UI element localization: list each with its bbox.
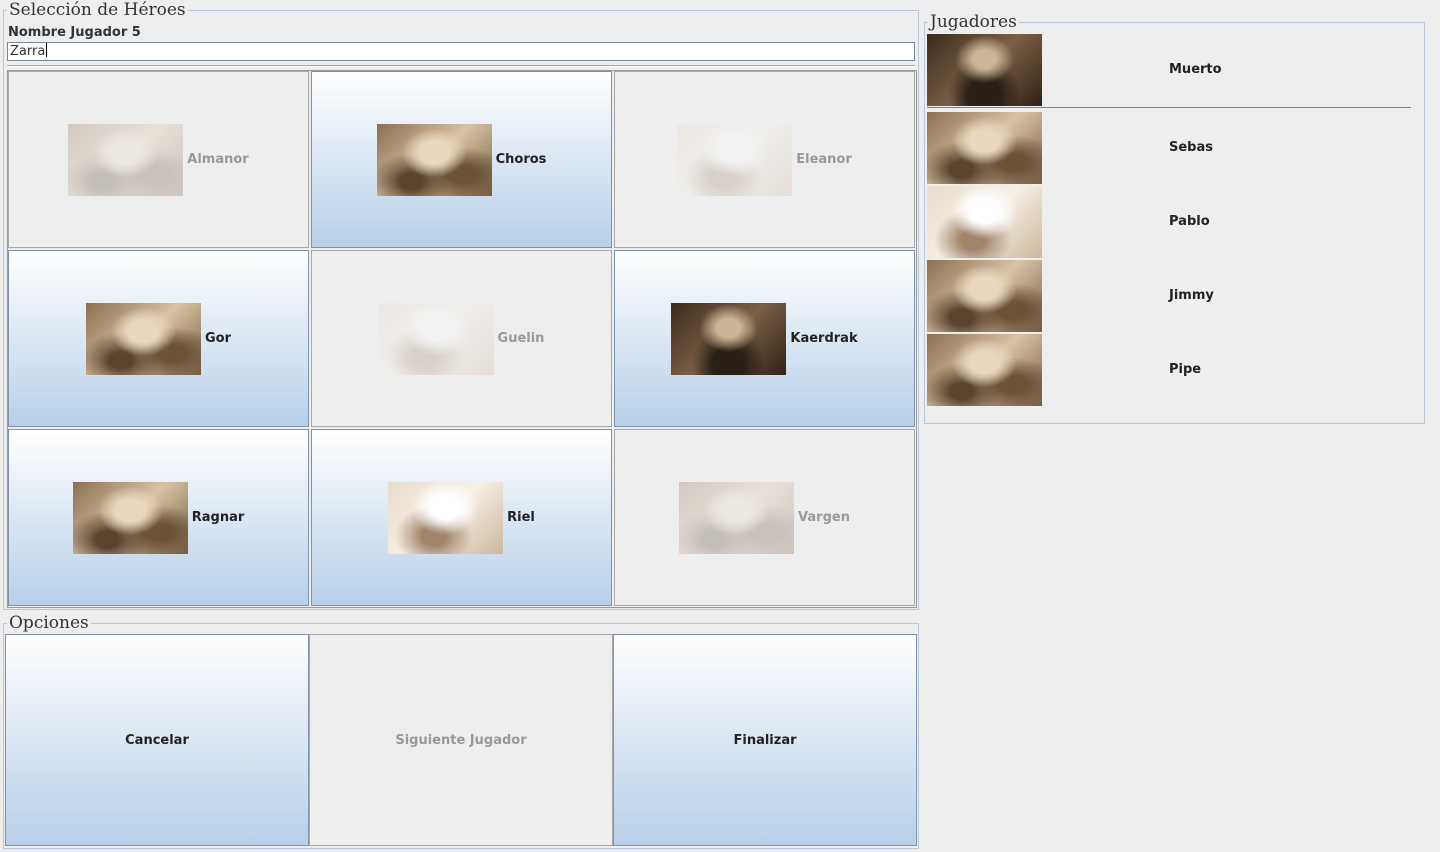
player-row-sebas[interactable]: Sebas — [927, 112, 1411, 184]
player-name: Pipe — [1169, 362, 1202, 377]
hero-selection-title: Selección de Héroes — [7, 0, 188, 20]
hero-button-gor[interactable]: Gor — [8, 250, 309, 427]
players-panel: Jugadores Muerto Sebas Pablo Jimmy Pipe — [924, 12, 1425, 424]
ragnar-portrait-icon — [72, 481, 188, 554]
player-portrait-icon — [927, 34, 1042, 106]
player-row-pipe[interactable]: Pipe — [927, 334, 1411, 406]
player-portrait-icon — [927, 112, 1042, 184]
player-name-input[interactable]: Zarra — [7, 42, 915, 61]
player-name: Jimmy — [1169, 288, 1214, 303]
options-title: Opciones — [7, 613, 91, 633]
text-caret — [46, 43, 48, 57]
vargen-portrait-icon — [679, 481, 795, 554]
player-portrait-icon — [927, 260, 1042, 332]
hero-selection-panel: Selección de Héroes Nombre Jugador 5 Zar… — [3, 0, 919, 610]
riel-portrait-icon — [388, 481, 504, 554]
player-row-muerto[interactable]: Muerto — [927, 34, 1411, 106]
finish-button[interactable]: Finalizar — [613, 634, 917, 846]
hero-button-ragnar[interactable]: Ragnar — [8, 429, 309, 606]
player-row-pablo[interactable]: Pablo — [927, 186, 1411, 258]
guelin-portrait-icon — [378, 302, 494, 375]
hero-name: Choros — [495, 152, 547, 167]
name-divider — [7, 65, 915, 67]
hero-name: Guelin — [497, 331, 545, 346]
cancel-button[interactable]: Cancelar — [5, 634, 309, 846]
hero-button-riel[interactable]: Riel — [311, 429, 612, 606]
players-title: Jugadores — [928, 12, 1019, 32]
hero-name: Ragnar — [191, 510, 245, 525]
choros-portrait-icon — [376, 123, 492, 196]
options-panel: Opciones Cancelar Siguiente Jugador Fina… — [3, 613, 919, 849]
hero-name: Riel — [507, 510, 535, 525]
player-name-label: Nombre Jugador 5 — [8, 25, 141, 40]
player-name: Pablo — [1169, 214, 1210, 229]
player-name: Muerto — [1169, 62, 1222, 77]
hero-button-eleanor[interactable]: Eleanor — [614, 71, 915, 248]
almanor-portrait-icon — [68, 123, 184, 196]
hero-name: Vargen — [798, 510, 850, 525]
hero-name: Almanor — [187, 152, 249, 167]
player-portrait-icon — [927, 186, 1042, 258]
kaerdrak-portrait-icon — [671, 302, 787, 375]
player-name: Sebas — [1169, 140, 1213, 155]
hero-button-kaerdrak[interactable]: Kaerdrak — [614, 250, 915, 427]
hero-name: Kaerdrak — [790, 331, 858, 346]
hero-button-vargen[interactable]: Vargen — [614, 429, 915, 606]
player-portrait-icon — [927, 334, 1042, 406]
eleanor-portrait-icon — [677, 123, 793, 196]
hero-button-almanor[interactable]: Almanor — [8, 71, 309, 248]
next-player-button[interactable]: Siguiente Jugador — [309, 634, 613, 846]
hero-name: Gor — [204, 331, 231, 346]
player-name-value: Zarra — [10, 44, 46, 59]
hero-button-choros[interactable]: Choros — [311, 71, 612, 248]
player-separator — [927, 107, 1411, 108]
player-row-jimmy[interactable]: Jimmy — [927, 260, 1411, 332]
hero-button-guelin[interactable]: Guelin — [311, 250, 612, 427]
hero-grid: Almanor Choros Eleanor Gor Guelin Kaerdr… — [7, 70, 917, 608]
gor-portrait-icon — [85, 302, 201, 375]
hero-name: Eleanor — [796, 152, 852, 167]
